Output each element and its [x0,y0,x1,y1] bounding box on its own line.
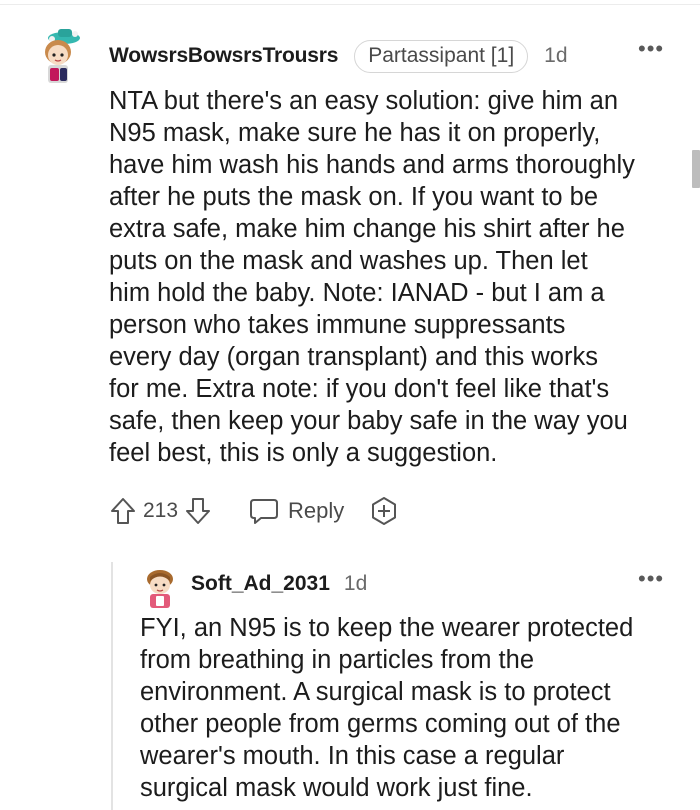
user-flair: Partassipant [1] [354,39,529,73]
scrollbar-thumb[interactable] [692,150,700,188]
top-divider [0,4,700,5]
more-options-icon[interactable]: ••• [638,568,664,590]
comment-line: puts on the mask and washes up. Then let [109,247,588,275]
comment-line: for me. Extra note: if you don't feel li… [109,375,610,403]
reply-timestamp: 1d [343,572,368,595]
reply-line: surgical mask would work just fine. [140,774,533,802]
thread-line[interactable] [111,562,113,810]
comment-actions: 213 Reply [109,493,400,529]
award-button[interactable] [368,495,400,527]
reply-bubble-icon [250,499,279,524]
comment-line: him hold the baby. Note: IANAD - but I a… [109,279,605,307]
comment-line: person who takes immune suppressants [109,311,566,339]
comment-username[interactable]: WowsrsBowsrsTrousrs [109,44,338,68]
reply-header: Soft_Ad_2031 1d [191,568,367,600]
user-avatar[interactable] [36,26,84,88]
more-options-icon[interactable]: ••• [638,38,664,60]
comment-body: NTA but there's an easy solution: give h… [109,85,679,469]
comment-header: WowsrsBowsrsTrousrs Partassipant [1] 1d [109,38,568,74]
reply-username[interactable]: Soft_Ad_2031 [191,572,330,596]
comment-timestamp: 1d [544,44,568,67]
reply-user-avatar[interactable] [140,566,180,610]
comment-line: every day (organ transplant) and this wo… [109,343,598,371]
comment-line: N95 mask, make sure he has it on properl… [109,119,601,147]
upvote-icon[interactable] [109,496,137,526]
vote-score: 213 [143,499,179,522]
reply-line: wearer's mouth. In this case a regular [140,742,565,770]
reply-line: other people from germs coming out of th… [140,710,621,738]
comment-line: extra safe, make him change his shirt af… [109,215,625,243]
reply-line: FYI, an N95 is to keep the wearer protec… [140,614,634,642]
comment-line: have him wash his hands and arms thoroug… [109,151,635,179]
comment-line: safe, then keep your baby safe in the wa… [109,407,628,435]
comment-line: feel best, this is only a suggestion. [109,439,498,467]
reply-label: Reply [288,498,345,523]
reply-body: FYI, an N95 is to keep the wearer protec… [140,612,685,804]
downvote-icon[interactable] [184,496,212,526]
award-plus-icon [372,497,397,525]
comment-line: NTA but there's an easy solution: give h… [109,87,619,115]
reply-line: environment. A surgical mask is to prote… [140,678,611,706]
reply-line: from breathing in particles from the [140,646,535,674]
reply-button[interactable]: Reply [248,496,344,526]
comment-line: after he puts the mask on. If you want t… [109,183,599,211]
